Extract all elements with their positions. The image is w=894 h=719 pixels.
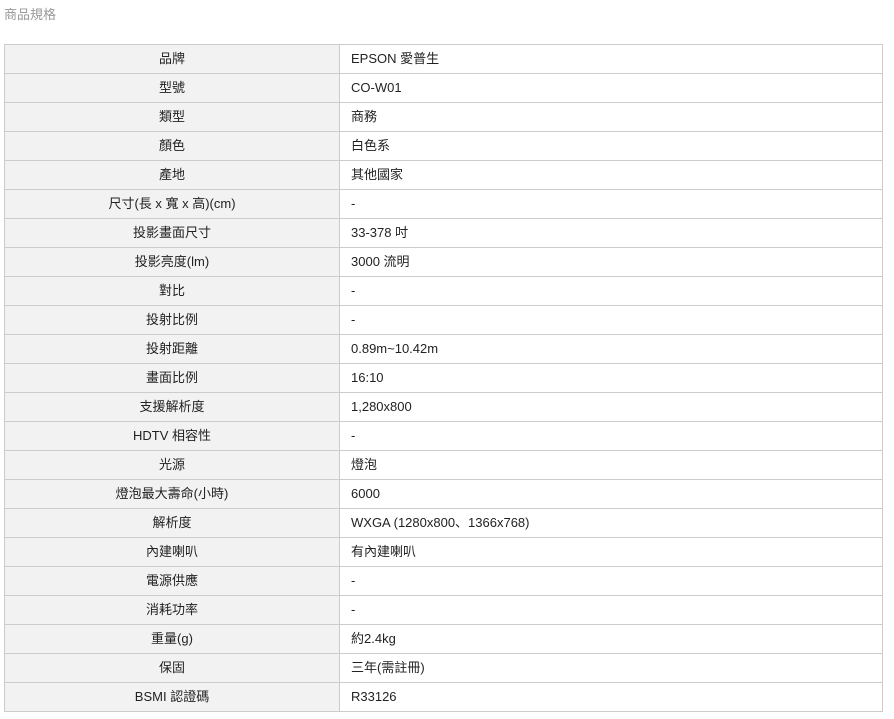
spec-label: 尺寸(長 x 寬 x 高)(cm) xyxy=(4,189,340,219)
spec-value: EPSON 愛普生 xyxy=(339,44,883,74)
table-row: 品牌 EPSON 愛普生 xyxy=(4,44,883,74)
spec-value: 0.89m~10.42m xyxy=(339,334,883,364)
spec-value: 3000 流明 xyxy=(339,247,883,277)
spec-value: - xyxy=(339,189,883,219)
table-row: 光源 燈泡 xyxy=(4,450,883,480)
spec-value: 33-378 吋 xyxy=(339,218,883,248)
spec-value: - xyxy=(339,276,883,306)
table-row: 型號 CO-W01 xyxy=(4,73,883,103)
table-row: 產地 其他國家 xyxy=(4,160,883,190)
table-row: 內建喇叭 有內建喇叭 xyxy=(4,537,883,567)
spec-value: 商務 xyxy=(339,102,883,132)
table-row: 電源供應 - xyxy=(4,566,883,596)
spec-value: - xyxy=(339,566,883,596)
spec-value: - xyxy=(339,421,883,451)
spec-table-body: 品牌 EPSON 愛普生 型號 CO-W01 類型 商務 顏色 白色系 產地 其他國家 尺… xyxy=(4,44,883,712)
table-row: 重量(g) 約2.4kg xyxy=(4,624,883,654)
spec-label: BSMI 認證碼 xyxy=(4,682,340,712)
spec-label: 電源供應 xyxy=(4,566,340,596)
spec-value: 1,280x800 xyxy=(339,392,883,422)
spec-label: 消耗功率 xyxy=(4,595,340,625)
spec-value: WXGA (1280x800、1366x768) xyxy=(339,508,883,538)
spec-label: 保固 xyxy=(4,653,340,683)
table-row: 投射比例 - xyxy=(4,305,883,335)
table-row: 投射距離 0.89m~10.42m xyxy=(4,334,883,364)
spec-label: 畫面比例 xyxy=(4,363,340,393)
spec-label: 內建喇叭 xyxy=(4,537,340,567)
spec-value: 有內建喇叭 xyxy=(339,537,883,567)
table-row: 投影畫面尺寸 33-378 吋 xyxy=(4,218,883,248)
table-row: 支援解析度 1,280x800 xyxy=(4,392,883,422)
spec-value: - xyxy=(339,305,883,335)
spec-label: 顏色 xyxy=(4,131,340,161)
spec-label: 品牌 xyxy=(4,44,340,74)
spec-value: 三年(需註冊) xyxy=(339,653,883,683)
spec-value: 燈泡 xyxy=(339,450,883,480)
section-title: 商品規格 xyxy=(4,7,57,22)
table-row: 消耗功率 - xyxy=(4,595,883,625)
table-row: 保固 三年(需註冊) xyxy=(4,653,883,683)
table-row: 顏色 白色系 xyxy=(4,131,883,161)
spec-label: 對比 xyxy=(4,276,340,306)
spec-value: 白色系 xyxy=(339,131,883,161)
spec-label: 解析度 xyxy=(4,508,340,538)
table-row: 畫面比例 16:10 xyxy=(4,363,883,393)
spec-value: - xyxy=(339,595,883,625)
spec-label: HDTV 相容性 xyxy=(4,421,340,451)
spec-label: 燈泡最大壽命(小時) xyxy=(4,479,340,509)
spec-label: 型號 xyxy=(4,73,340,103)
table-row: BSMI 認證碼 R33126 xyxy=(4,682,883,712)
spec-value: 其他國家 xyxy=(339,160,883,190)
spec-label: 重量(g) xyxy=(4,624,340,654)
table-row: 對比 - xyxy=(4,276,883,306)
spec-table: 品牌 EPSON 愛普生 型號 CO-W01 類型 商務 顏色 白色系 產地 其他國家 尺… xyxy=(4,44,883,712)
spec-value: 6000 xyxy=(339,479,883,509)
table-row: 類型 商務 xyxy=(4,102,883,132)
spec-label: 光源 xyxy=(4,450,340,480)
spec-value: 16:10 xyxy=(339,363,883,393)
spec-value: CO-W01 xyxy=(339,73,883,103)
spec-label: 支援解析度 xyxy=(4,392,340,422)
table-row: HDTV 相容性 - xyxy=(4,421,883,451)
spec-label: 投影亮度(lm) xyxy=(4,247,340,277)
spec-value: 約2.4kg xyxy=(339,624,883,654)
spec-label: 投影畫面尺寸 xyxy=(4,218,340,248)
spec-label: 投射比例 xyxy=(4,305,340,335)
table-row: 解析度 WXGA (1280x800、1366x768) xyxy=(4,508,883,538)
spec-value: R33126 xyxy=(339,682,883,712)
spec-label: 類型 xyxy=(4,102,340,132)
table-row: 燈泡最大壽命(小時) 6000 xyxy=(4,479,883,509)
spec-label: 投射距離 xyxy=(4,334,340,364)
table-row: 尺寸(長 x 寬 x 高)(cm) - xyxy=(4,189,883,219)
table-row: 投影亮度(lm) 3000 流明 xyxy=(4,247,883,277)
spec-label: 產地 xyxy=(4,160,340,190)
